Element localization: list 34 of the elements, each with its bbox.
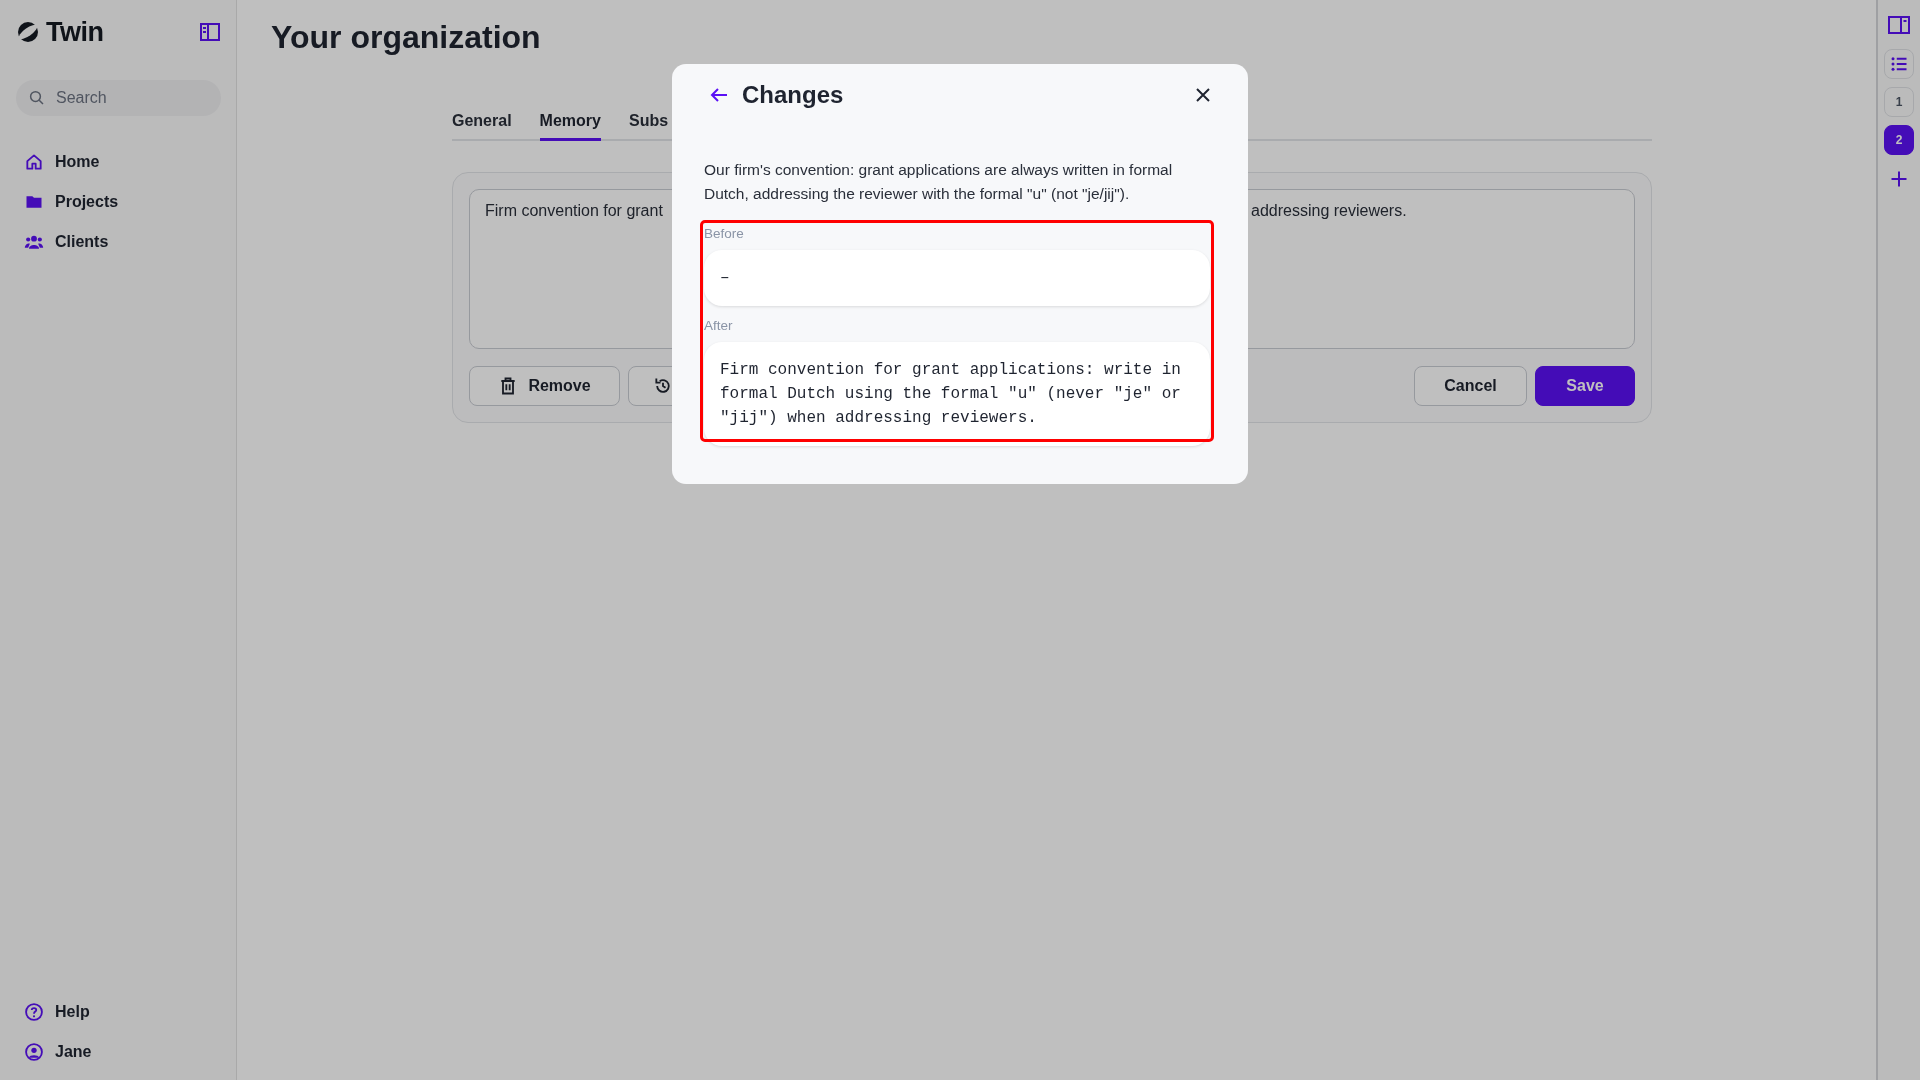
tab[interactable]: Subs — [628, 112, 669, 141]
nav-link[interactable]: Projects — [16, 188, 220, 216]
sidebar-toggle-icon[interactable] — [200, 23, 220, 41]
user-icon — [24, 1042, 44, 1062]
panel-toggle-icon — [1888, 15, 1910, 35]
app-logo: Twin — [46, 16, 104, 48]
nav-link[interactable]: Clients — [16, 228, 220, 256]
save-button[interactable]: Save — [1535, 366, 1635, 406]
cancel-button[interactable]: Cancel — [1414, 366, 1527, 406]
value-field: – — [704, 250, 1210, 306]
home-icon — [24, 152, 44, 172]
tab[interactable]: General — [452, 112, 512, 141]
search-icon — [28, 89, 46, 107]
logo-mark-icon — [16, 20, 40, 44]
dialog-title: Changes — [742, 81, 845, 109]
page-title: Your organization — [271, 18, 542, 57]
page-button[interactable]: 2 — [1884, 125, 1914, 155]
help-icon — [24, 1002, 44, 1022]
close-icon[interactable] — [1196, 88, 1210, 102]
back-arrow-icon[interactable] — [710, 87, 728, 103]
restore-icon — [653, 376, 673, 396]
tab[interactable]: Memory — [539, 112, 601, 141]
list-icon — [1890, 55, 1908, 73]
remove-button[interactable]: Remove — [469, 366, 620, 406]
page-button[interactable]: 1 — [1884, 87, 1914, 117]
value-field: Firm convention for grant applications: write in formal Dutch using the formal "u" (never "je" or "jij") when addressing reviewers. — [704, 342, 1210, 446]
field-label: Before — [704, 225, 745, 243]
nav-link[interactable]: Jane — [16, 1038, 220, 1066]
nav-link[interactable]: Home — [16, 148, 220, 176]
list-button[interactable] — [1884, 49, 1914, 79]
search-field[interactable]: Search — [16, 80, 221, 116]
add-icon — [1889, 169, 1909, 189]
nav-link[interactable]: Help — [16, 998, 220, 1026]
field-label: After — [704, 317, 734, 335]
